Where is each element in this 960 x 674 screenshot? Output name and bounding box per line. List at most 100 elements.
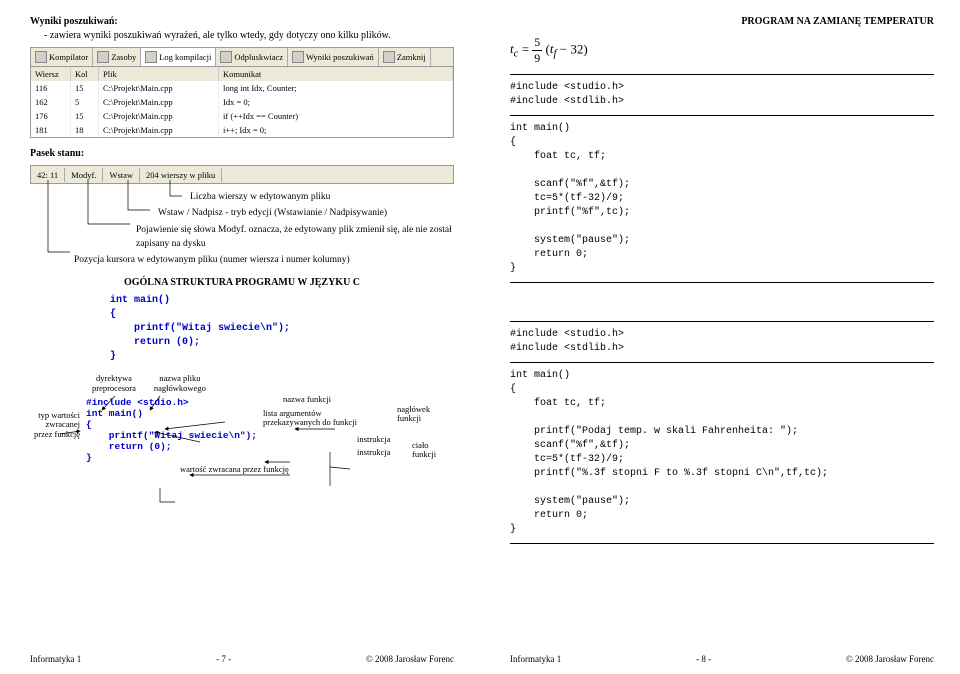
label-typ-wartosci: typ wartościzwracanejprzez funkcję <box>30 397 80 439</box>
code-line: int main() <box>110 295 170 306</box>
cell: i++; Idx = 0; <box>219 123 453 137</box>
ui-grid: Wiersz Kol Plik Komunikat 11615C:\Projek… <box>30 67 454 138</box>
cell: 5 <box>71 95 99 109</box>
tab-label: Zamknij <box>397 52 426 62</box>
label-nazwa-funkcji: nazwa funkcji <box>283 395 331 404</box>
col-wiersz: Wiersz <box>31 67 71 81</box>
footer-copyright: © 2008 Jarosław Forenc <box>366 654 454 664</box>
tab-log: Log kompilacji <box>141 48 216 66</box>
cell: 176 <box>31 109 71 123</box>
callout-modyf: Pojawienie się słowa Modyf. oznacza, że … <box>70 223 454 252</box>
callout-block: Liczba wierszy w edytowanym pliku Wstaw … <box>30 190 454 267</box>
cell: Idx = 0; <box>219 95 453 109</box>
text-wyniki-desc: - zawiera wyniki poszukiwań wyrażeń, ale… <box>30 30 454 41</box>
code-includes-2: #include <studio.h> #include <stdlib.h> <box>510 328 934 356</box>
label-lista-arg: lista argumentówprzekazywanych do funkcj… <box>263 409 357 428</box>
col-kol: Kol <box>71 67 99 81</box>
code-line: #include <studio.h> <box>510 329 624 340</box>
code-line: { <box>86 419 92 430</box>
page-7: Wyniki poszukiwań: - zawiera wyniki posz… <box>0 0 480 674</box>
code-program-1: int main() { foat tc, tf; scanf("%f",&tf… <box>510 122 934 276</box>
tab-icon <box>220 51 232 63</box>
footer-pagenum: - 8 - <box>696 654 711 664</box>
code-line: return (0); <box>86 441 172 452</box>
col-komunikat: Komunikat <box>219 67 453 81</box>
heading-struktura: OGÓLNA STRUKTURA PROGRAMU W JĘZYKU C <box>30 277 454 288</box>
footer-right-page: Informatyka 1 - 8 - © 2008 Jarosław Fore… <box>510 654 934 664</box>
callout-cursor: Pozycja kursora w edytowanym pliku (nume… <box>70 253 454 267</box>
tab-label: Odpluskwiacz <box>234 52 283 62</box>
divider <box>510 115 934 116</box>
tab-zasoby: Zasoby <box>93 48 141 66</box>
code-line: #include <stdlib.h> <box>510 343 624 354</box>
code-line: } <box>110 351 116 362</box>
tab-kompilator: Kompilator <box>31 48 93 66</box>
cell: C:\Projekt\Main.cpp <box>99 95 219 109</box>
cell: 162 <box>31 95 71 109</box>
tab-label: Log kompilacji <box>159 52 211 62</box>
diagram-body: typ wartościzwracanejprzez funkcję #incl… <box>30 397 454 463</box>
heading-program-temp: PROGRAM NA ZAMIANĘ TEMPERATUR <box>510 16 934 27</box>
footer-title: Informatyka 1 <box>510 654 561 664</box>
grid-row: 11615C:\Projekt\Main.cpplong int Idx, Co… <box>31 81 453 95</box>
code-line: printf("Witaj swiecie\n"); <box>86 430 257 441</box>
cell: C:\Projekt\Main.cpp <box>99 109 219 123</box>
cell: 116 <box>31 81 71 95</box>
cell: 15 <box>71 81 99 95</box>
tab-icon <box>145 51 157 63</box>
callout-edit-mode: Wstaw / Nadpisz - tryb edycji (Wstawiani… <box>70 206 454 220</box>
code-line: #include <studio.h> <box>510 82 624 93</box>
cell: C:\Projekt\Main.cpp <box>99 81 219 95</box>
divider <box>510 362 934 363</box>
divider <box>510 321 934 322</box>
label-dyrektywa: dyrektywapreprocesora <box>92 374 136 393</box>
cell: long int Idx, Counter; <box>219 81 453 95</box>
heading-pasek: Pasek stanu: <box>30 148 454 159</box>
heading-wyniki: Wyniki poszukiwań: <box>30 16 454 27</box>
code-sample-2: #include <stdio.h> int main() { printf("… <box>80 397 257 463</box>
callout-lines-count: Liczba wierszy w edytowanym pliku <box>70 190 454 204</box>
cell: if (++Idx == Counter) <box>219 109 453 123</box>
label-cialo-funkcji: ciało funkcji <box>412 441 454 460</box>
grid-row: 18118C:\Projekt\Main.cppi++; Idx = 0; <box>31 123 453 137</box>
cell: C:\Projekt\Main.cpp <box>99 123 219 137</box>
divider <box>510 74 934 75</box>
diagram-top-labels: dyrektywapreprocesora nazwa plikunagłówk… <box>30 374 454 393</box>
tab-label: Kompilator <box>49 52 88 62</box>
tab-odpluskwiacz: Odpluskwiacz <box>216 48 288 66</box>
label-naglowek-funkcji: nagłówek funkcji <box>397 405 454 424</box>
footer-title: Informatyka 1 <box>30 654 81 664</box>
tab-icon <box>383 51 395 63</box>
status-lines: 204 wierszy w pliku <box>140 168 222 182</box>
grid-row: 1625C:\Projekt\Main.cppIdx = 0; <box>31 95 453 109</box>
label-instrukcja-2: instrukcja <box>357 448 391 457</box>
cell: 181 <box>31 123 71 137</box>
divider <box>510 282 934 283</box>
cell: 15 <box>71 109 99 123</box>
document: Wyniki poszukiwań: - zawiera wyniki posz… <box>0 0 960 674</box>
status-pos: 42: 11 <box>31 168 65 182</box>
code-line: } <box>86 452 92 463</box>
col-plik: Plik <box>99 67 219 81</box>
tab-wyniki: Wyniki poszukiwań <box>288 48 379 66</box>
code-line: #include <stdlib.h> <box>510 96 624 107</box>
code-line: { <box>110 309 116 320</box>
code-program-2: int main() { foat tc, tf; printf("Podaj … <box>510 369 934 537</box>
label-instrukcja: instrukcja <box>357 435 391 444</box>
status-modyf: Modyf. <box>65 168 103 182</box>
function-diagram: dyrektywapreprocesora nazwa plikunagłówk… <box>30 374 454 474</box>
code-line: printf("Witaj swiecie\n"); <box>110 323 290 334</box>
code-includes-1: #include <studio.h> #include <stdlib.h> <box>510 81 934 109</box>
footer-pagenum: - 7 - <box>216 654 231 664</box>
label-nazwa-pliku: nazwa plikunagłówkowego <box>154 374 206 393</box>
ui-tabbar: Kompilator Zasoby Log kompilacji Odplusk… <box>30 47 454 67</box>
status-mode: Wstaw <box>103 168 140 182</box>
cell: 18 <box>71 123 99 137</box>
tab-label: Zasoby <box>111 52 136 62</box>
code-sample-1: int main() { printf("Witaj swiecie\n"); … <box>30 294 454 364</box>
code-line: int main() <box>86 408 143 419</box>
footer-copyright: © 2008 Jarosław Forenc <box>846 654 934 664</box>
tab-icon <box>292 51 304 63</box>
formula-celsius: tc = 59 (tf − 32) <box>510 35 934 66</box>
grid-row: 17615C:\Projekt\Main.cppif (++Idx == Cou… <box>31 109 453 123</box>
